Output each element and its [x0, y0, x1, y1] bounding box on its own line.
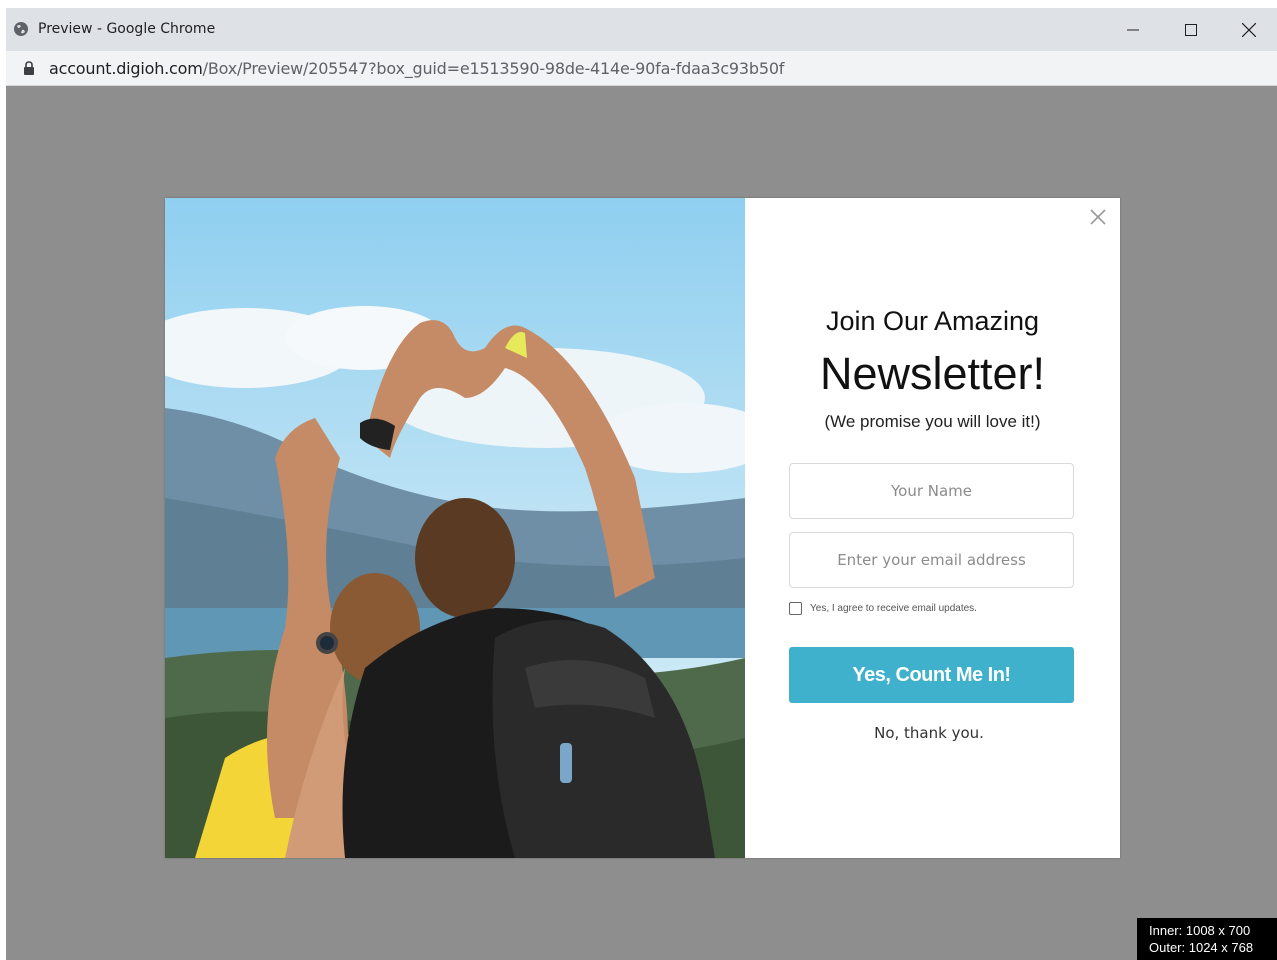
minimize-button[interactable] [1104, 8, 1162, 51]
heading-line-2: Newsletter! [819, 348, 1046, 399]
title-bar: Preview - Google Chrome [6, 8, 1277, 51]
minimize-icon [1127, 29, 1139, 30]
inner-size-text: Inner: 1008 x 700 [1149, 923, 1251, 938]
hero-photo [165, 198, 745, 858]
newsletter-popup: Join Our Amazing Newsletter! (We promise… [165, 198, 1120, 858]
page-viewport: Join Our Amazing Newsletter! (We promise… [6, 86, 1277, 960]
address-bar[interactable]: account.digioh.com/Box/Preview/205547?bo… [6, 51, 1277, 86]
consent-row: Yes, I agree to receive email updates. [789, 602, 977, 615]
window-size-badge: Inner: 1008 x 700 Outer: 1024 x 768 [1137, 918, 1277, 960]
maximize-icon [1185, 23, 1197, 36]
outer-size-text: Outer: 1024 x 768 [1149, 940, 1254, 955]
email-input[interactable] [789, 532, 1074, 588]
subheading: (We promise you will love it!) [824, 412, 1041, 431]
decline-link[interactable]: No, thank you. [745, 724, 1113, 742]
consent-checkbox[interactable] [789, 602, 802, 615]
browser-window: Preview - Google Chrome account.digioh.c… [6, 8, 1277, 960]
heading-line-1: Join Our Amazing [825, 306, 1040, 336]
url-text[interactable]: account.digioh.com/Box/Preview/205547?bo… [49, 59, 784, 78]
name-input[interactable] [789, 463, 1074, 519]
lock-icon [23, 61, 35, 75]
window-title: Preview - Google Chrome [38, 21, 216, 37]
submit-button[interactable]: Yes, Count Me In! [789, 647, 1074, 703]
url-host: account.digioh.com [49, 59, 203, 78]
signup-form: Join Our Amazing Newsletter! (We promise… [745, 198, 1120, 858]
globe-icon [13, 21, 29, 37]
close-window-button[interactable] [1220, 8, 1277, 51]
maximize-button[interactable] [1162, 8, 1220, 51]
consent-label[interactable]: Yes, I agree to receive email updates. [810, 603, 977, 614]
url-path: /Box/Preview/205547?box_guid=e1513590-98… [202, 59, 785, 78]
close-icon [1242, 22, 1256, 37]
